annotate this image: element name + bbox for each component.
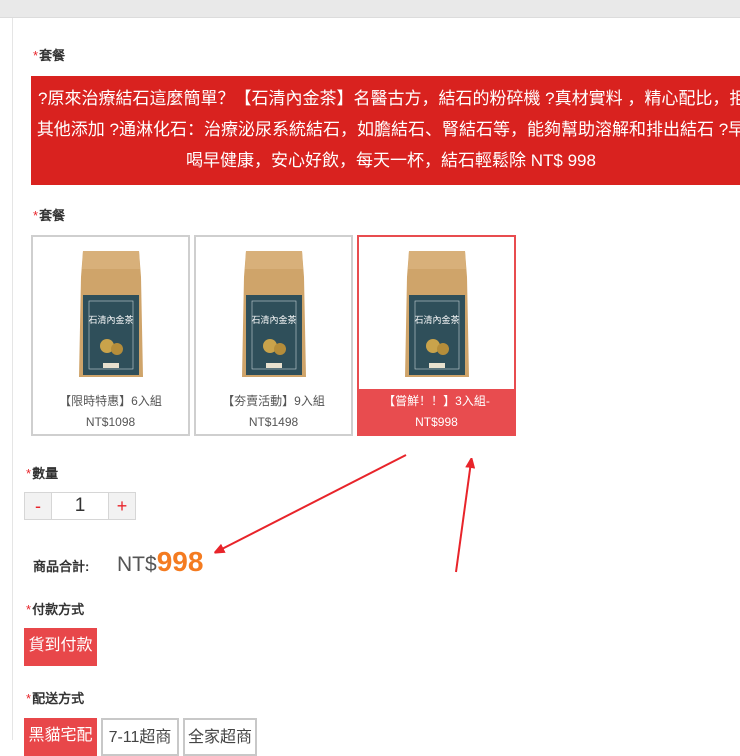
package-caption: 【嘗鮮！！】3入組- NT$998 [359, 391, 514, 433]
promo-line-2: 其他添加 ?通淋化石：治療泌尿系統結石，如膽結石、腎結石等，能夠幫助溶解和排出結… [36, 120, 740, 139]
section-title-text: 配送方式 [32, 691, 85, 706]
promo-line-3: 喝早健康，安心好飲，每天一杯，結石輕鬆除 NT$ 998 [186, 151, 596, 170]
package-option-3-selected[interactable]: 石清內金茶 【嘗鮮！！】3入組- NT$998 [357, 235, 516, 436]
shipping-option-family-mart[interactable]: 全家超商 [183, 718, 257, 756]
required-mark: * [33, 48, 39, 63]
package-name: 【限時特惠】6入組 [59, 394, 162, 408]
shipping-section-title: *配送方式 [26, 688, 84, 707]
package-name: 【夯賣活動】9入組 [222, 394, 325, 408]
package-caption: 【夯賣活動】9入組 NT$1498 [196, 391, 351, 433]
total-price: NT$998 [117, 546, 203, 578]
bag-label: 石清內金茶 [88, 314, 133, 326]
total-currency: NT$ [117, 553, 157, 576]
package-section-title-1: *套餐 [33, 45, 65, 64]
promo-line-1: ?原來治療結石這麼簡單？【石清內金茶】名醫古方，結石的粉碎機 ?真材實料 ，精心… [38, 89, 740, 108]
total-label: 商品合計: [33, 559, 90, 574]
tea-bag-icon: 石清內金茶 [79, 251, 143, 377]
quantity-stepper: - 1 + [24, 492, 136, 520]
package-price: NT$1098 [85, 415, 136, 429]
package-option-1[interactable]: 石清內金茶 【限時特惠】6入組 NT$1098 [31, 235, 190, 436]
section-title-text: 付款方式 [32, 602, 85, 617]
bag-label: 石清內金茶 [414, 314, 459, 326]
section-title-text: 數量 [32, 466, 59, 481]
package-price: NT$998 [415, 415, 458, 429]
bag-label: 石清內金茶 [251, 314, 296, 326]
section-title-text: 套餐 [39, 208, 66, 223]
required-mark: * [33, 208, 39, 223]
red-arrow-icon [218, 454, 407, 551]
package-section-title-2: *套餐 [33, 205, 65, 224]
required-mark: * [26, 602, 32, 617]
payment-section-title: *付款方式 [26, 599, 84, 618]
shipping-option-711[interactable]: 7-11超商 [101, 718, 179, 756]
tea-bag-icon: 石清內金茶 [405, 251, 469, 377]
decrement-button[interactable]: - [25, 493, 51, 519]
total-amount: 998 [156, 546, 204, 577]
shipping-option-home-delivery[interactable]: 黑貓宅配 [24, 718, 97, 756]
product-image: 石清內金茶 [196, 237, 351, 389]
section-title-text: 套餐 [39, 48, 66, 63]
required-mark: * [26, 691, 32, 706]
browser-top-bar [0, 0, 740, 18]
package-name: 【嘗鮮！！】3入組- [383, 394, 490, 408]
promo-banner[interactable]: ?原來治療結石這麼簡單？【石清內金茶】名醫古方，結石的粉碎機 ?真材實料 ，精心… [31, 76, 740, 185]
product-image: 石清內金茶 [359, 237, 514, 389]
product-image: 石清內金茶 [33, 237, 188, 389]
increment-button[interactable]: + [109, 493, 135, 519]
tea-bag-icon: 石清內金茶 [242, 251, 306, 377]
required-mark: * [26, 466, 32, 481]
quantity-input[interactable]: 1 [51, 493, 109, 519]
quantity-section-title: *數量 [26, 463, 58, 482]
payment-option-cod[interactable]: 貨到付款 [24, 628, 97, 666]
red-arrow-icon [455, 462, 471, 573]
left-divider [12, 18, 13, 740]
package-option-2[interactable]: 石清內金茶 【夯賣活動】9入組 NT$1498 [194, 235, 353, 436]
package-caption: 【限時特惠】6入組 NT$1098 [33, 391, 188, 433]
package-price: NT$1498 [248, 415, 299, 429]
